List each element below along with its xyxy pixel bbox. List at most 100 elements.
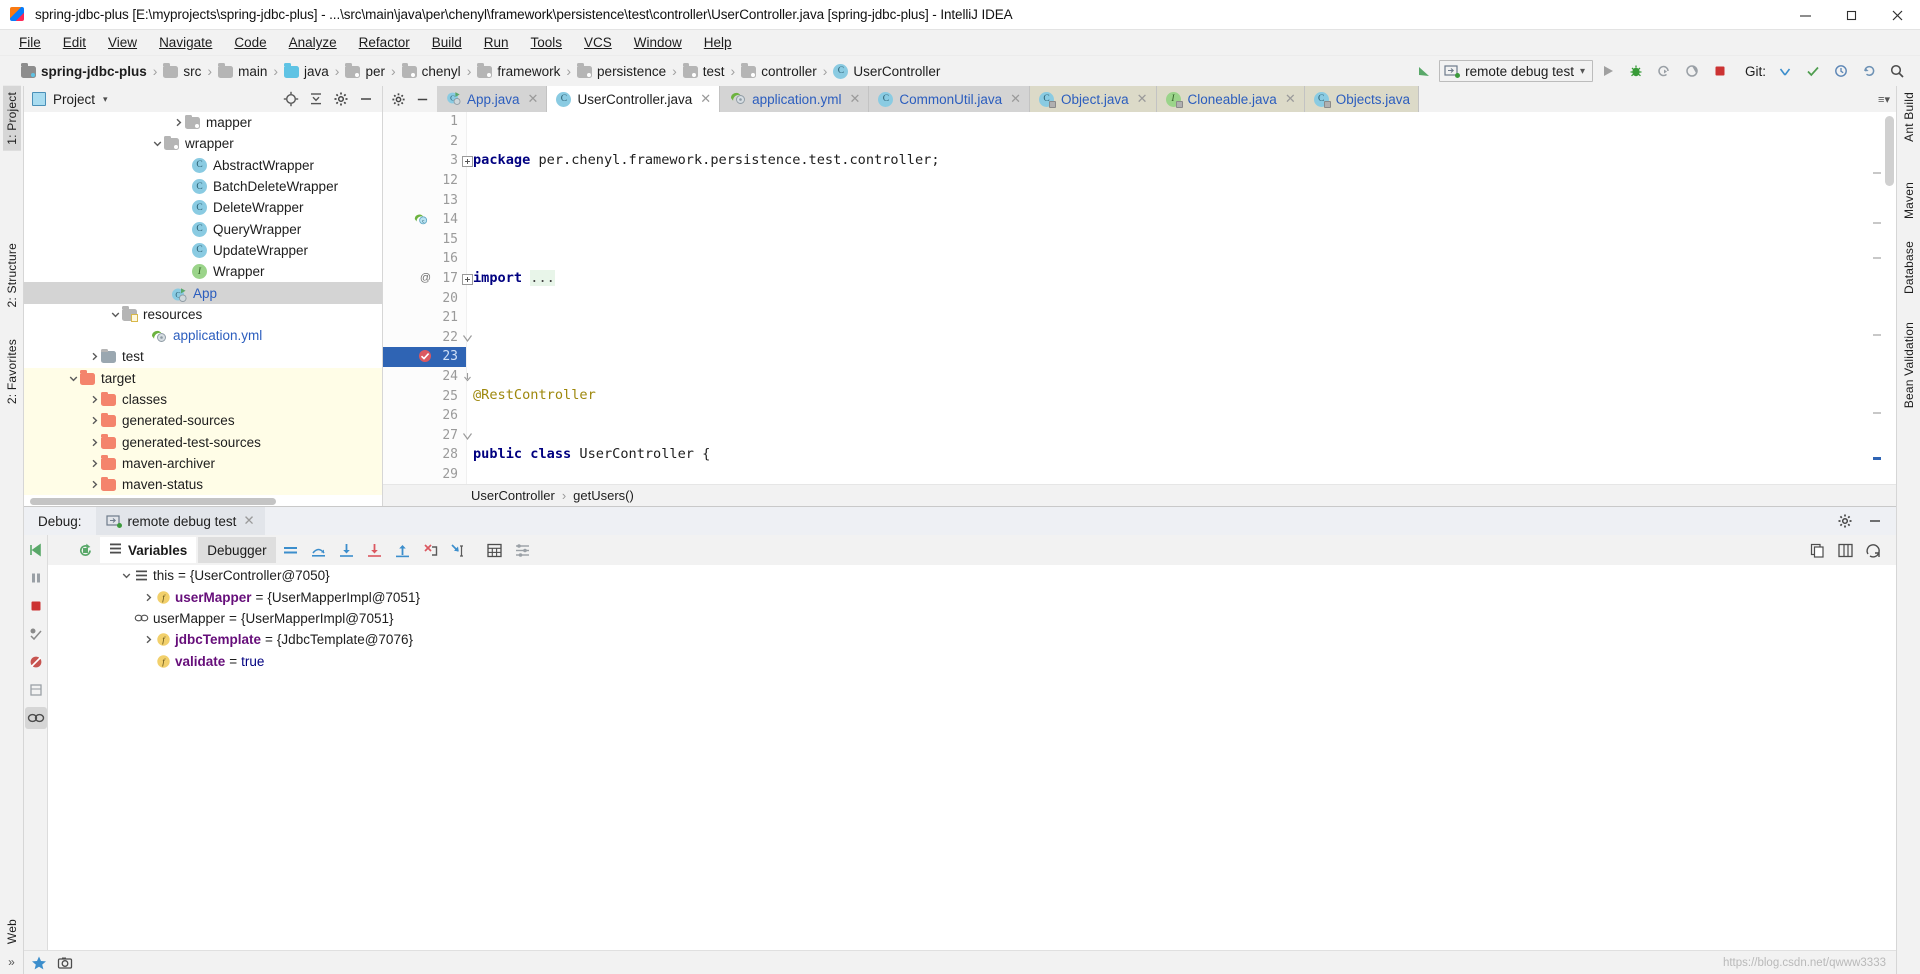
breadcrumb-main[interactable]: main [215, 63, 270, 80]
breadcrumb-test[interactable]: test [680, 63, 728, 80]
chevron-down-icon[interactable] [150, 137, 164, 151]
breadcrumb-method-name[interactable]: getUsers() [573, 488, 634, 503]
spring-bean-icon[interactable]: c [413, 212, 428, 230]
hide-panel-icon[interactable] [1862, 508, 1888, 534]
tree-item-querywrapper[interactable]: C QueryWrapper [24, 218, 382, 239]
chevron-down-icon[interactable] [108, 307, 122, 321]
override-at-icon[interactable]: @ [419, 271, 432, 288]
variable-row-this[interactable]: this = {UserController@7050} [48, 565, 1896, 586]
close-icon[interactable]: ✕ [1285, 91, 1296, 107]
menu-navigate[interactable]: Navigate [148, 32, 223, 53]
help-icon[interactable] [1860, 537, 1886, 563]
breadcrumb-per[interactable]: per [342, 63, 388, 80]
tree-item-generated-test-sources[interactable]: generated-test-sources [24, 431, 382, 453]
menu-window[interactable]: Window [623, 32, 693, 53]
menu-vcs[interactable]: VCS [573, 32, 623, 53]
editor-tab-cloneable-java[interactable]: I Cloneable.java ✕ [1156, 86, 1305, 112]
run-configuration-selector[interactable]: remote debug test ▾ [1439, 60, 1593, 82]
breadcrumb-class-name[interactable]: UserController [471, 488, 555, 503]
chevron-right-icon[interactable] [140, 593, 156, 602]
menu-help[interactable]: Help [693, 32, 743, 53]
layout-icon[interactable] [1832, 537, 1858, 563]
step-into-icon[interactable] [334, 537, 360, 563]
breadcrumb-chenyl[interactable]: chenyl [399, 63, 464, 80]
close-icon[interactable]: ✕ [1010, 91, 1021, 107]
step-over-icon[interactable] [306, 537, 332, 563]
chevron-down-icon[interactable]: ▾ [103, 94, 108, 105]
run-to-cursor-icon[interactable] [446, 537, 472, 563]
favorites-star-icon[interactable] [28, 952, 50, 974]
tree-item-application-yml[interactable]: application.yml [24, 325, 382, 346]
menu-view[interactable]: View [97, 32, 148, 53]
sidebar-item-bean-validation[interactable]: Bean Validation [1900, 316, 1918, 414]
variable-row-usermapper-param[interactable]: userMapper = {UserMapperImpl@7051} [48, 608, 1896, 629]
tree-item-generated-sources[interactable]: generated-sources [24, 410, 382, 432]
editor-tab-application-yml[interactable]: application.yml ✕ [720, 86, 870, 112]
maximize-button[interactable] [1828, 0, 1874, 30]
close-icon[interactable]: ✕ [528, 91, 539, 107]
code-editor[interactable]: 1 2 3 12 13 c 14 15 16 @ 17 20 21 22 23 … [383, 112, 1896, 484]
sidebar-item-favorites[interactable]: 2: Favorites [3, 333, 21, 410]
close-icon[interactable]: ✕ [243, 513, 254, 529]
expand-rail-icon[interactable]: » [8, 950, 15, 974]
settings-gear-icon[interactable] [387, 88, 409, 110]
breakpoint-hit-icon[interactable] [417, 348, 433, 368]
breadcrumb-src[interactable]: src [160, 63, 204, 80]
tree-item-updatewrapper[interactable]: C UpdateWrapper [24, 240, 382, 261]
coverage-button[interactable] [1679, 58, 1705, 84]
search-everywhere-button[interactable] [1884, 58, 1910, 84]
screenshot-camera-icon[interactable] [54, 952, 76, 974]
menu-analyze[interactable]: Analyze [278, 32, 348, 53]
breadcrumb-controller[interactable]: controller [738, 63, 820, 80]
drop-frame-icon[interactable] [418, 537, 444, 563]
editor-tab-usercontroller-java[interactable]: C UserController.java ✕ [547, 86, 721, 112]
sidebar-item-structure[interactable]: 2: Structure [3, 237, 21, 313]
tree-item-classes[interactable]: classes [24, 388, 382, 411]
collapse-all-icon[interactable] [304, 87, 328, 111]
menu-refactor[interactable]: Refactor [348, 32, 421, 53]
breadcrumb-class[interactable]: C UserController [830, 63, 943, 80]
menu-file[interactable]: File [8, 32, 52, 53]
pause-program-icon[interactable] [25, 567, 47, 589]
watches-icon[interactable] [24, 707, 47, 729]
sidebar-item-ant-build[interactable]: Ant Build [1900, 86, 1918, 148]
show-execution-point-icon[interactable] [278, 537, 304, 563]
variable-row-usermapper-field[interactable]: f userMapper = {UserMapperImpl@7051} [48, 586, 1896, 607]
copy-icon[interactable] [1804, 537, 1830, 563]
evaluate-expression-icon[interactable] [482, 537, 508, 563]
view-breakpoints-icon[interactable] [25, 623, 47, 645]
hide-editor-panel-icon[interactable] [411, 88, 433, 110]
tab-debugger[interactable]: Debugger [198, 537, 276, 563]
chevron-down-icon[interactable] [66, 371, 80, 385]
breadcrumb-persistence[interactable]: persistence [574, 63, 669, 80]
sidebar-item-web[interactable]: Web [3, 913, 21, 950]
menu-tools[interactable]: Tools [520, 32, 574, 53]
menu-edit[interactable]: Edit [52, 32, 97, 53]
editor-gutter[interactable]: 1 2 3 12 13 c 14 15 16 @ 17 20 21 22 23 … [383, 112, 473, 484]
code-text[interactable]: package per.chenyl.framework.persistence… [467, 112, 1896, 484]
tree-item-batchdeletewrapper[interactable]: C BatchDeleteWrapper [24, 176, 382, 197]
git-commit-button[interactable] [1800, 58, 1826, 84]
debug-button[interactable] [1623, 58, 1649, 84]
locate-file-icon[interactable] [279, 87, 303, 111]
run-button[interactable] [1595, 58, 1621, 84]
chevron-right-icon[interactable] [87, 350, 101, 364]
debug-session-tab[interactable]: remote debug test ✕ [95, 507, 265, 535]
git-update-button[interactable] [1772, 58, 1798, 84]
stop-button[interactable] [1707, 58, 1733, 84]
settings-gear-icon[interactable] [329, 87, 353, 111]
chevron-right-icon[interactable] [140, 635, 156, 644]
step-out-icon[interactable] [390, 537, 416, 563]
rerun-button[interactable] [1651, 58, 1677, 84]
tree-item-mapper[interactable]: mapper [24, 112, 382, 133]
project-tree-hscrollbar[interactable] [24, 498, 382, 506]
tree-item-target[interactable]: target [24, 367, 382, 389]
tab-list-icon[interactable]: ≡▾ [1878, 93, 1890, 106]
editor-tab-commonutil-java[interactable]: C CommonUtil.java ✕ [869, 86, 1031, 112]
variables-panel[interactable]: this = {UserController@7050} f userMappe… [48, 565, 1896, 950]
chevron-right-icon[interactable] [171, 116, 185, 130]
resume-program-icon[interactable] [25, 539, 47, 561]
chevron-right-icon[interactable] [87, 393, 101, 407]
git-rollback-button[interactable] [1856, 58, 1882, 84]
tree-item-maven-status[interactable]: maven-status [24, 474, 382, 496]
